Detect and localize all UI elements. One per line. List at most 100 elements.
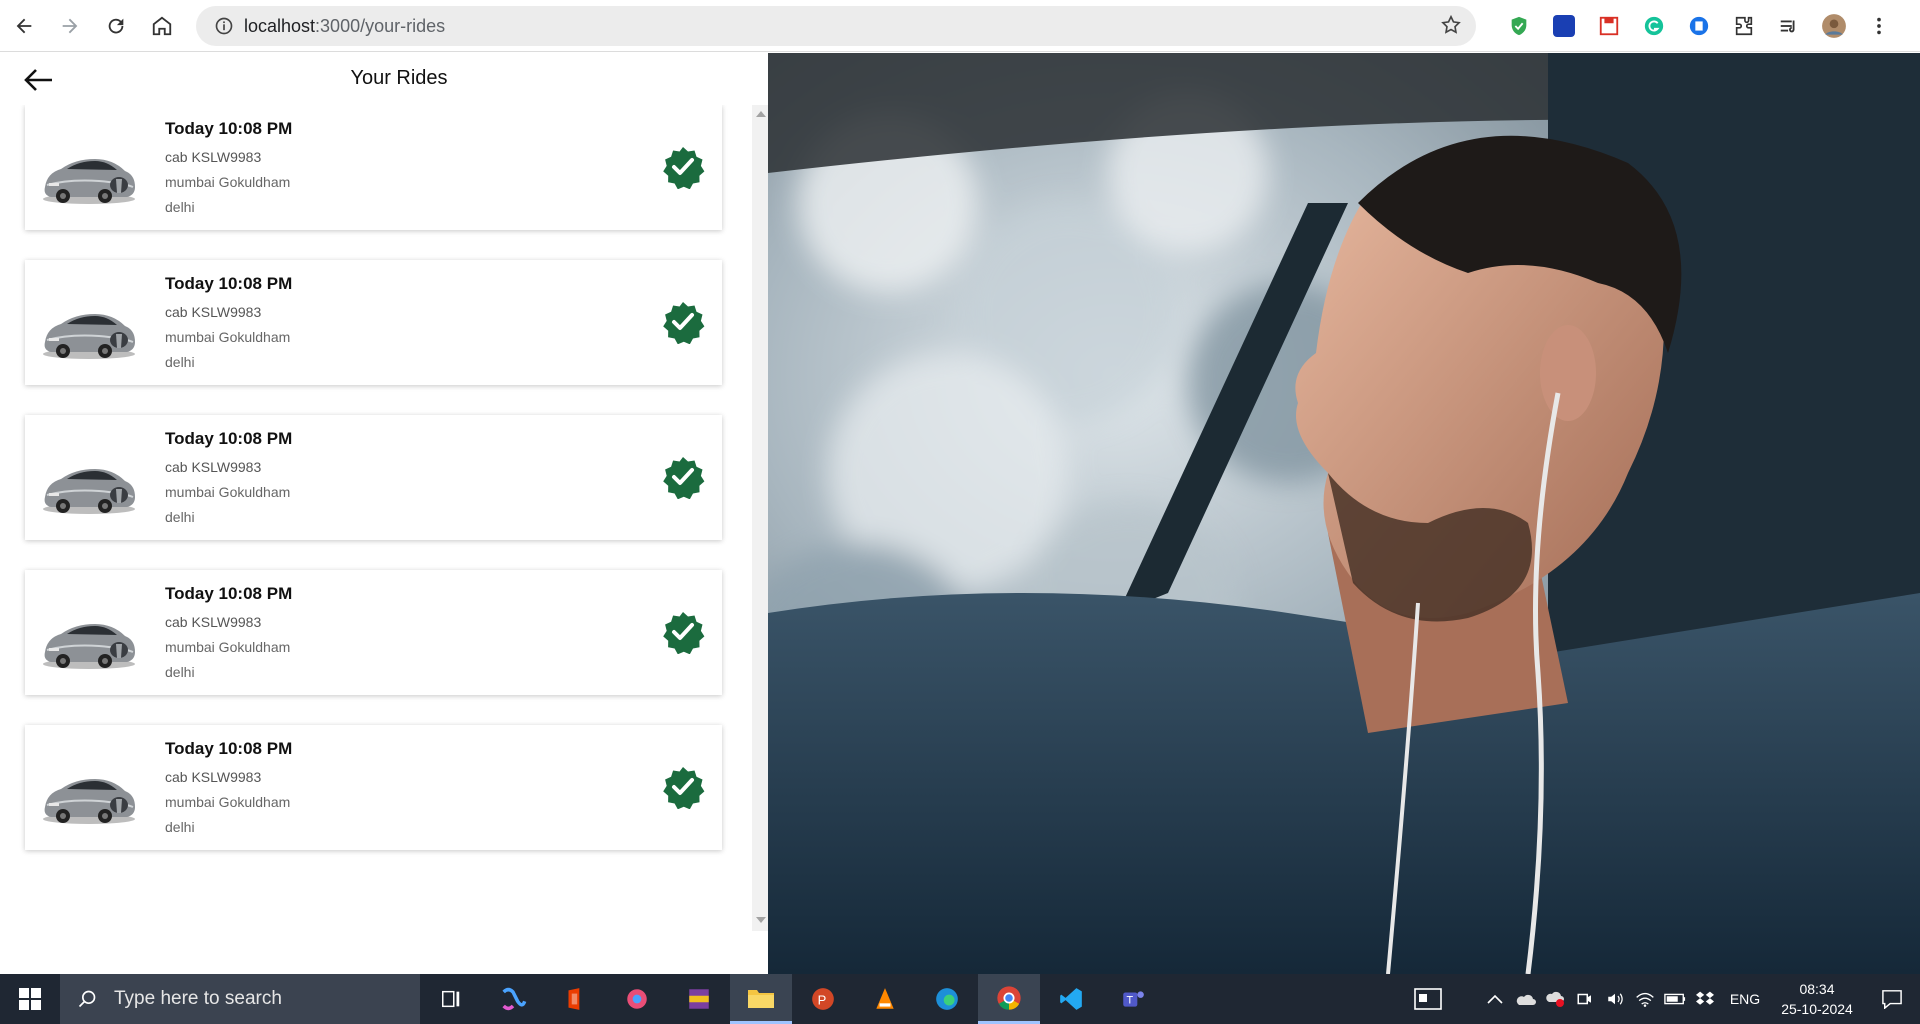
snipping-tool-icon[interactable] (606, 974, 668, 1024)
system-tray: ENG 08:34 25-10-2024 (1400, 974, 1920, 1024)
translate-ext-icon[interactable] (1541, 8, 1586, 44)
cloud-sync-icon[interactable] (1540, 974, 1570, 1024)
ride-card[interactable]: Today 10:08 PM cab KSLW9983 mumbai Gokul… (25, 570, 722, 695)
document-ext-icon[interactable] (1676, 8, 1721, 44)
scroll-up-arrow[interactable] (756, 111, 766, 117)
windows-taskbar: Type here to search P T ENG 08:34 25-10-… (0, 974, 1920, 1024)
powerpoint-icon[interactable]: P (792, 974, 854, 1024)
volume-icon[interactable] (1600, 974, 1630, 1024)
reload-button[interactable] (94, 4, 138, 48)
ride-card[interactable]: Today 10:08 PM cab KSLW9983 mumbai Gokul… (25, 415, 722, 540)
bookmark-star-icon[interactable] (1440, 14, 1462, 41)
scroll-down-arrow[interactable] (756, 917, 766, 923)
edge-icon[interactable] (916, 974, 978, 1024)
ride-pickup: mumbai Gokuldham (165, 794, 291, 810)
home-icon (152, 16, 172, 35)
profile-avatar-icon[interactable] (1811, 8, 1856, 44)
browser-toolbar: localhost:3000/your-rides (0, 0, 1920, 52)
copilot-icon[interactable] (482, 974, 544, 1024)
car-image (39, 143, 139, 207)
url-host: localhost (244, 15, 316, 36)
grammarly-ext-icon[interactable] (1631, 8, 1676, 44)
menu-dots-icon[interactable] (1856, 8, 1901, 44)
ride-destination: delhi (165, 664, 195, 680)
taskbar-search[interactable]: Type here to search (60, 974, 420, 1024)
notifications-icon[interactable] (1864, 974, 1920, 1024)
verified-check-icon (661, 765, 705, 810)
car-image (39, 453, 139, 517)
page-title: Your Rides (350, 67, 448, 89)
ride-time: Today 10:08 PM (165, 584, 293, 603)
url-text[interactable]: localhost:3000/your-rides (244, 16, 445, 37)
ride-destination: delhi (165, 509, 195, 525)
language-indicator[interactable]: ENG (1720, 991, 1770, 1007)
office-icon[interactable] (544, 974, 606, 1024)
ride-cab-number: cab KSLW9983 (165, 769, 262, 785)
ride-cab-number: cab KSLW9983 (165, 304, 262, 320)
clock-time: 08:34 (1799, 981, 1835, 997)
ride-pickup: mumbai Gokuldham (165, 484, 291, 500)
car-image (39, 298, 139, 362)
extensions-puzzle-icon[interactable] (1721, 8, 1766, 44)
chrome-icon[interactable] (978, 974, 1040, 1024)
verified-check-icon (661, 145, 705, 190)
ride-cab-number: cab KSLW9983 (165, 149, 262, 165)
search-icon (60, 989, 114, 1009)
ride-cab-number: cab KSLW9983 (165, 614, 262, 630)
reload-icon (108, 18, 124, 33)
pdf-ext-icon[interactable] (1586, 8, 1631, 44)
task-view-icon[interactable] (420, 974, 482, 1024)
vlc-icon[interactable] (854, 974, 916, 1024)
dropbox-icon[interactable] (1690, 974, 1720, 1024)
ride-time: Today 10:08 PM (165, 274, 293, 293)
ride-card[interactable]: Today 10:08 PM cab KSLW9983 mumbai Gokul… (25, 725, 722, 850)
news-widget-icon[interactable] (1400, 974, 1456, 1024)
search-placeholder: Type here to search (114, 988, 282, 1009)
svg-text:P: P (818, 992, 827, 1007)
ride-card[interactable]: Today 10:08 PM cab KSLW9983 mumbai Gokul… (25, 260, 722, 385)
battery-icon[interactable] (1660, 974, 1690, 1024)
home-button[interactable] (140, 4, 184, 48)
forward-button[interactable] (48, 4, 92, 48)
address-bar[interactable]: localhost:3000/your-rides (196, 6, 1476, 46)
media-control-icon[interactable] (1766, 8, 1811, 44)
scrollbar[interactable] (752, 105, 768, 931)
ride-list: Today 10:08 PM cab KSLW9983 mumbai Gokul… (0, 105, 752, 974)
verified-check-icon (661, 610, 705, 655)
site-info-icon[interactable] (204, 6, 244, 46)
arrow-right-icon (62, 18, 78, 33)
teams-icon[interactable]: T (1102, 974, 1164, 1024)
car-image (39, 763, 139, 827)
wifi-icon[interactable] (1630, 974, 1660, 1024)
winrar-icon[interactable] (668, 974, 730, 1024)
ride-cab-number: cab KSLW9983 (165, 459, 262, 475)
back-button[interactable] (2, 4, 46, 48)
rides-panel: Your Rides Today 10:08 PM cab KSLW9983 m… (0, 53, 768, 974)
meet-icon[interactable] (1570, 974, 1600, 1024)
svg-text:T: T (1127, 994, 1134, 1006)
file-explorer-icon[interactable] (730, 974, 792, 1024)
ride-destination: delhi (165, 819, 195, 835)
ride-card[interactable]: Today 10:08 PM cab KSLW9983 mumbai Gokul… (25, 105, 722, 230)
ride-time: Today 10:08 PM (165, 119, 293, 138)
onedrive-icon[interactable] (1510, 974, 1540, 1024)
clock-date: 25-10-2024 (1781, 1001, 1853, 1017)
windows-logo-icon (19, 988, 41, 1010)
shield-ext-icon[interactable] (1496, 8, 1541, 44)
hero-photo (768, 53, 1920, 974)
car-image (39, 608, 139, 672)
ride-time: Today 10:08 PM (165, 739, 293, 758)
start-button[interactable] (0, 974, 60, 1024)
extensions-area (1496, 8, 1901, 44)
url-path: :3000/your-rides (315, 15, 446, 36)
ride-destination: delhi (165, 354, 195, 370)
ride-time: Today 10:08 PM (165, 429, 293, 448)
arrow-left-icon (16, 18, 32, 33)
ride-pickup: mumbai Gokuldham (165, 639, 291, 655)
chevron-up-icon[interactable] (1480, 974, 1510, 1024)
ride-destination: delhi (165, 199, 195, 215)
verified-check-icon (661, 300, 705, 345)
page-header: Your Rides (0, 53, 768, 105)
clock[interactable]: 08:34 25-10-2024 (1770, 979, 1864, 1019)
vscode-icon[interactable] (1040, 974, 1102, 1024)
